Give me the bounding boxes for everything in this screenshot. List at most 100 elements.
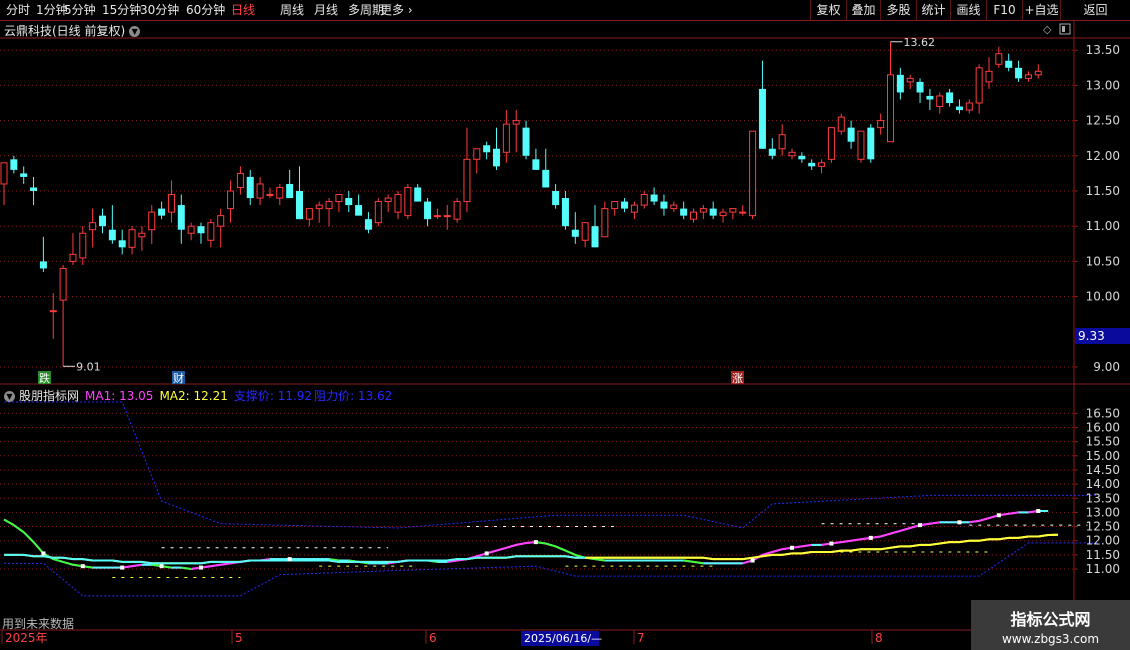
candle-body-up (394, 194, 402, 213)
candle-body-up (857, 130, 865, 160)
candle-body-up (443, 215, 451, 218)
candle-body-down (118, 240, 126, 248)
candle-body-down (483, 145, 491, 153)
ma1-marker (996, 513, 1001, 518)
ma1-marker (80, 564, 85, 569)
ma2-segment (23, 553, 34, 558)
candle-body-down (552, 191, 560, 206)
candle-body-up (227, 190, 235, 210)
candle-body-up (59, 267, 67, 301)
support-value: 支撑价: 11.92 (233, 389, 313, 403)
ma2-segment (240, 559, 251, 563)
event-badge-label: 涨 (732, 372, 743, 385)
candle-body-up (788, 151, 796, 157)
ma2-segment (910, 543, 921, 548)
stock-title-text: 云鼎科技(日线 前复权) (4, 24, 126, 38)
candle-body-up (719, 211, 727, 217)
candle-body-down (621, 201, 629, 209)
ma2-segment (565, 555, 576, 559)
ma1-marker (287, 557, 292, 562)
watermark-title: 指标公式网 (1010, 610, 1091, 629)
ma1-marker (199, 565, 203, 570)
candle-body-up (670, 204, 678, 210)
ma2-segment (801, 551, 812, 555)
ma2-segment (466, 556, 477, 561)
candle-body-up (473, 148, 481, 160)
candle-body-up (837, 116, 845, 132)
candle-body-up (384, 197, 392, 203)
series-line-ma1 (3, 510, 1049, 571)
ma1-segment (52, 558, 64, 563)
candle-body-up (276, 186, 284, 199)
candle-body-down (680, 208, 688, 216)
indicator-name[interactable]: 股朋指标网 (19, 389, 79, 403)
candle-body-up (699, 208, 707, 213)
indicator-tick-label: 14.00 (1086, 477, 1120, 491)
indicator-tick-label: 14.50 (1086, 463, 1120, 477)
ma2-segment (62, 556, 74, 561)
time-label: 6 (429, 631, 437, 645)
candle-body-up (512, 120, 520, 125)
candle-body-up (906, 77, 914, 83)
ma1-segment (594, 558, 605, 562)
candle-body-up (630, 204, 638, 213)
ma2-segment (141, 560, 152, 565)
candle-body-down (30, 187, 38, 191)
ma2-segment (43, 555, 54, 559)
candle-body-down (424, 201, 432, 220)
candle-body-down (758, 88, 766, 149)
candle-body-up (0, 162, 8, 185)
ma2-segment (397, 559, 408, 563)
ma1-segment (62, 560, 74, 566)
stock-title[interactable]: 云鼎科技(日线 前复权) ▼ (4, 22, 141, 39)
ma1-marker (790, 545, 794, 550)
candle-body-down (916, 81, 924, 93)
candle-body-down (364, 219, 372, 230)
candle-body-up (877, 120, 885, 129)
ma1-marker (533, 540, 538, 545)
ma1-segment (220, 562, 231, 566)
candle-body-down (660, 201, 668, 209)
candle-body-up (965, 102, 973, 111)
candle-body-up (463, 158, 471, 203)
ma1-segment (683, 559, 694, 563)
candle-body-down (158, 208, 166, 216)
resistance-band-line (4, 401, 1098, 529)
ma1-segment (516, 541, 527, 546)
ma2-segment (1038, 534, 1049, 538)
ma2-segment (82, 558, 93, 562)
ma2-segment (998, 536, 1009, 541)
time-label: 7 (637, 631, 645, 645)
ma1-segment (13, 524, 25, 534)
ma1-marker (1036, 508, 1041, 513)
candle-body-down (20, 173, 28, 177)
price-tick-label: 10.50 (1086, 254, 1120, 268)
candle-body-up (739, 211, 747, 214)
time-label: 5 (235, 631, 243, 645)
ma1-segment (801, 543, 812, 548)
ma2-segment (762, 553, 773, 558)
ma2-segment (1018, 535, 1029, 539)
ma1-segment (181, 566, 192, 570)
candle-body-up (985, 70, 993, 83)
candle-body-down (522, 127, 530, 156)
indicator-tick-label: 16.50 (1086, 406, 1120, 420)
candle-body-down (946, 92, 954, 103)
indicator-tick-label: 13.00 (1086, 505, 1120, 519)
candle-body-up (335, 194, 343, 203)
ma1-segment (565, 549, 576, 556)
chevron-down-icon[interactable]: ▼ (4, 391, 15, 402)
candle-body-up (749, 130, 757, 217)
candle-body-up (148, 211, 156, 231)
indicator-tick-label: 12.50 (1086, 520, 1120, 534)
candle-body-down (108, 229, 116, 241)
candle-body-down (99, 215, 106, 227)
ma1-marker (918, 523, 923, 528)
candle-body-up (207, 222, 215, 241)
ma1-segment (506, 543, 517, 549)
chevron-down-icon[interactable]: ▼ (129, 26, 141, 37)
candle-body-down (808, 162, 816, 167)
indicator-tick-label: 12.00 (1086, 534, 1120, 548)
indicator-tick-label: 16.00 (1086, 421, 1120, 435)
price-tick-label: 12.00 (1086, 149, 1120, 163)
